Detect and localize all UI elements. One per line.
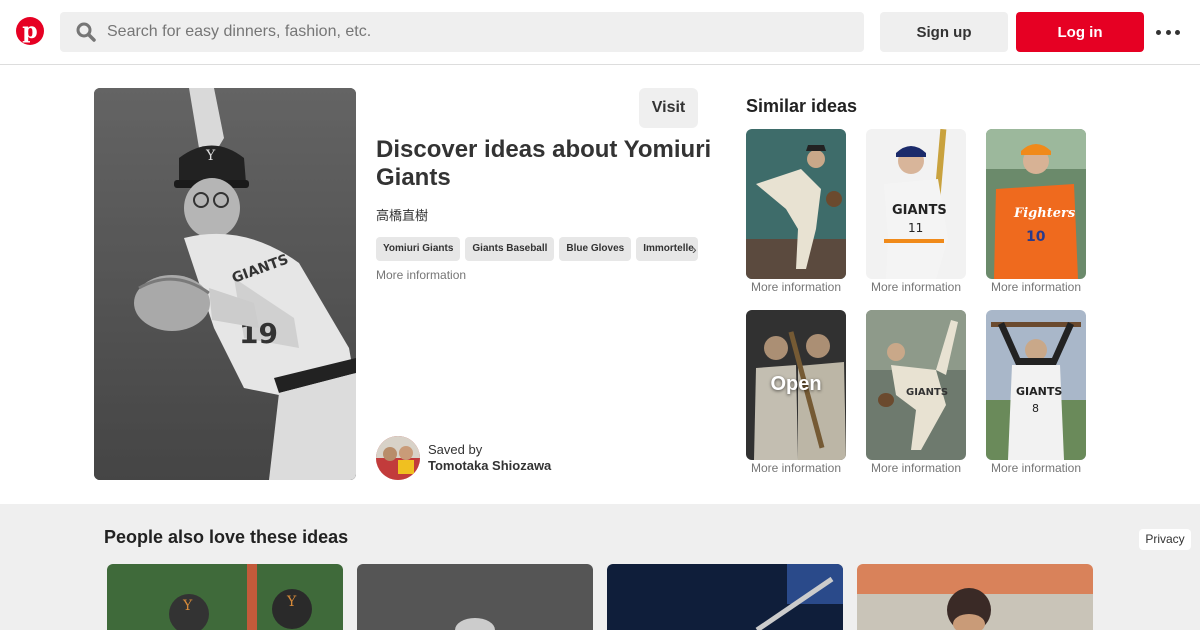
dot xyxy=(1156,29,1161,35)
privacy-button[interactable]: Privacy xyxy=(1139,529,1191,550)
related-pin-card[interactable] xyxy=(857,564,1093,630)
similar-pin-card[interactable]: Fighters 10 xyxy=(986,129,1086,279)
more-information-link[interactable]: More information xyxy=(746,461,846,475)
saver-name-link[interactable]: Tomotaka Shiozawa xyxy=(428,458,551,473)
svg-text:10: 10 xyxy=(1026,229,1046,245)
similar-pin-card[interactable]: GIANTS 11 xyxy=(866,129,966,279)
similar-pin-card[interactable] xyxy=(746,129,846,279)
svg-text:Y: Y xyxy=(205,148,216,164)
pinterest-logo-icon[interactable]: p xyxy=(16,17,44,45)
pin-thumbnail: GIANTS 11 xyxy=(866,129,966,279)
more-information-link[interactable]: More information xyxy=(746,280,846,294)
pin-thumbnail: Y Y xyxy=(107,564,343,630)
people-also-love-heading: People also love these ideas xyxy=(104,527,349,547)
similar-pin-card[interactable]: GIANTS 8 xyxy=(986,310,1086,460)
related-pin-card[interactable] xyxy=(607,564,843,630)
sign-up-button[interactable]: Sign up xyxy=(880,12,1008,52)
tag-list: Yomiuri Giants Giants Baseball Blue Glov… xyxy=(376,237,706,261)
visit-button[interactable]: Visit xyxy=(639,88,698,128)
svg-text:Fighters: Fighters xyxy=(1013,206,1076,221)
pin-thumbnail xyxy=(357,564,593,630)
svg-text:Y: Y xyxy=(286,594,297,610)
tag-chip[interactable]: Giants Baseball xyxy=(465,237,555,261)
pin-thumbnail xyxy=(607,564,843,630)
dot xyxy=(1165,29,1171,35)
related-pin-card[interactable]: Y Y xyxy=(107,564,343,630)
open-pin-button[interactable]: Open xyxy=(746,373,846,396)
more-information-link[interactable]: More information xyxy=(376,268,466,282)
tag-chip[interactable]: Blue Gloves xyxy=(559,237,632,261)
pin-thumbnail xyxy=(857,564,1093,630)
svg-text:GIANTS: GIANTS xyxy=(906,387,948,398)
more-information-link[interactable]: More information xyxy=(986,461,1086,475)
pin-thumbnail xyxy=(746,129,846,279)
chevron-right-icon[interactable]: › xyxy=(692,241,704,257)
saved-by-label: Saved by xyxy=(428,442,483,457)
pin-thumbnail: Fighters 10 xyxy=(986,129,1086,279)
pin-main-image[interactable]: Y GIANTS 19 xyxy=(94,88,356,480)
dot xyxy=(1175,29,1180,35)
pitcher-photo: Y GIANTS 19 xyxy=(94,88,356,480)
search-input[interactable] xyxy=(107,12,847,52)
more-information-link[interactable]: More information xyxy=(986,280,1086,294)
svg-text:11: 11 xyxy=(908,221,923,235)
similar-pin-card[interactable]: Open xyxy=(746,310,846,460)
pin-title: Discover ideas about Yomiuri Giants xyxy=(376,136,712,191)
pin-description: 高橋直樹 xyxy=(376,209,429,224)
more-information-link[interactable]: More information xyxy=(866,280,966,294)
search-icon xyxy=(76,22,96,42)
svg-text:8: 8 xyxy=(1032,402,1039,415)
search-bar[interactable] xyxy=(60,12,864,52)
svg-text:Y: Y xyxy=(182,598,193,614)
similar-ideas-heading: Similar ideas xyxy=(746,96,858,116)
avatar-photo xyxy=(376,436,420,480)
more-information-link[interactable]: More information xyxy=(866,461,966,475)
top-header: p Sign up Log in xyxy=(0,0,1200,65)
more-options-icon[interactable] xyxy=(1156,20,1180,44)
avatar[interactable] xyxy=(376,436,420,480)
svg-text:GIANTS: GIANTS xyxy=(1016,385,1062,398)
related-pin-card[interactable] xyxy=(357,564,593,630)
svg-text:GIANTS: GIANTS xyxy=(892,203,947,218)
log-in-button[interactable]: Log in xyxy=(1016,12,1144,52)
pin-thumbnail: GIANTS 8 xyxy=(986,310,1086,460)
tag-chip[interactable]: Yomiuri Giants xyxy=(376,237,461,261)
similar-pin-card[interactable]: GIANTS xyxy=(866,310,966,460)
tag-chip[interactable]: Immortelle xyxy=(636,237,699,261)
pin-thumbnail: GIANTS xyxy=(866,310,966,460)
